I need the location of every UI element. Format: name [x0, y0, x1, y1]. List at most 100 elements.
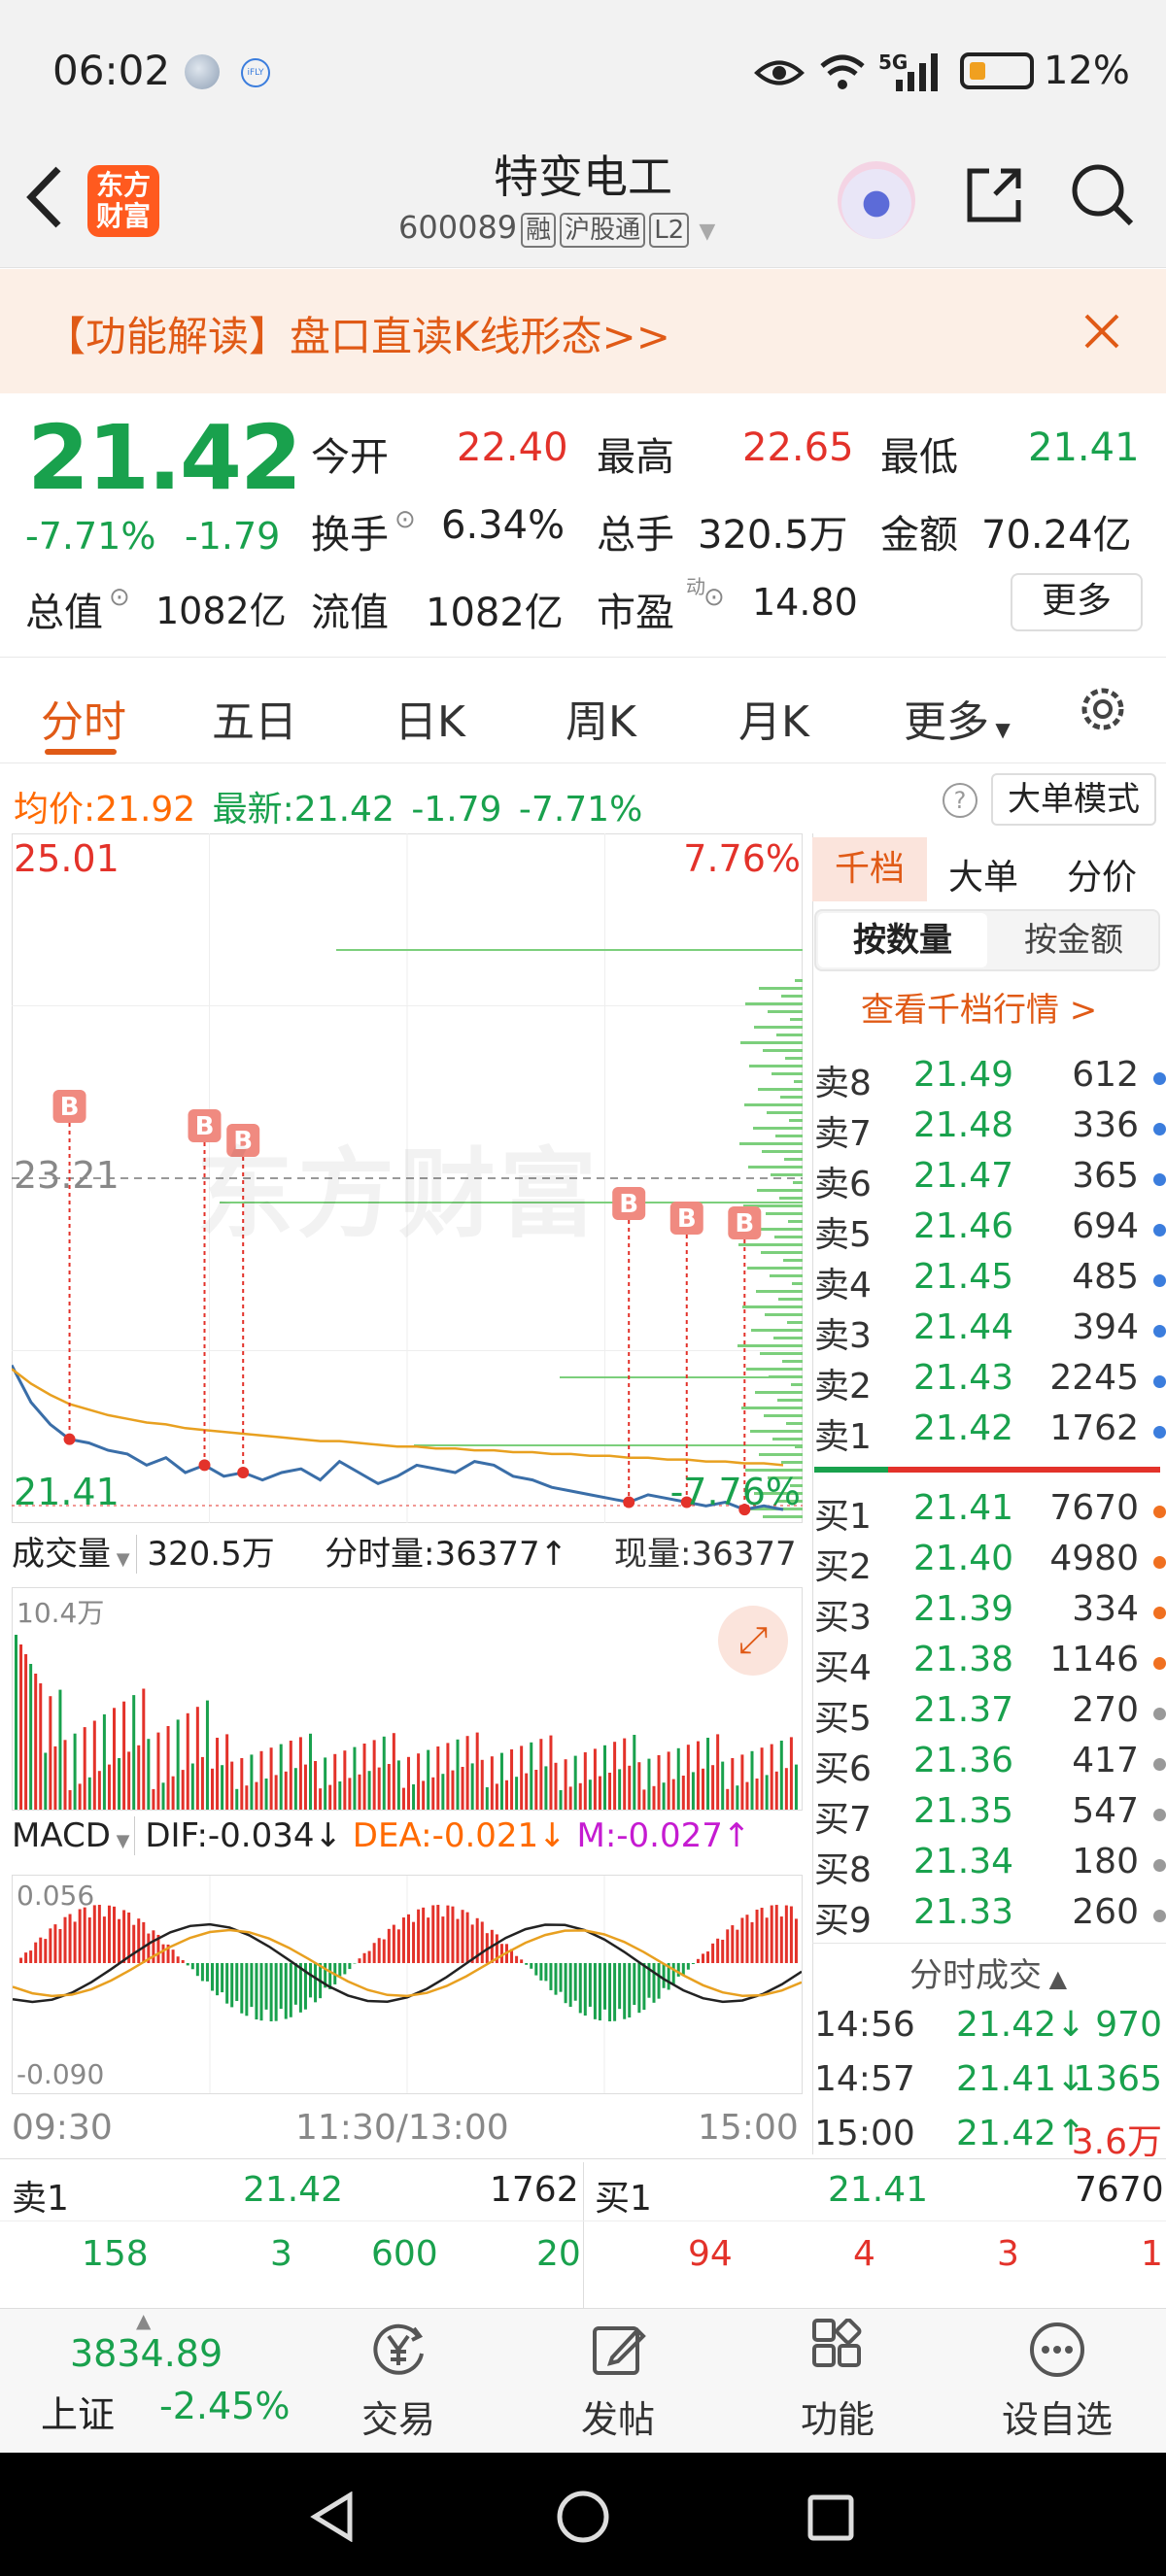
app-logo[interactable]: 东方 财富 — [87, 165, 159, 237]
tab-more[interactable]: 更多 ▼ — [904, 687, 1011, 749]
volume-selector[interactable]: 成交量 ▼ — [12, 1535, 137, 1574]
tab-thousand-level[interactable]: 千档 — [812, 837, 927, 901]
stock-name[interactable]: 特变电工 — [369, 142, 797, 206]
tab-intraday[interactable]: 分时 — [41, 687, 126, 749]
volume-bar — [328, 1784, 332, 1810]
macd-bar — [343, 1963, 347, 1975]
macd-bar — [779, 1916, 783, 1963]
volume-bar — [216, 1738, 220, 1810]
level-volume: 394 — [1072, 1307, 1139, 1347]
add-watchlist-button[interactable]: 设自选 — [999, 2319, 1115, 2443]
queue-sell-item: 158 — [82, 2234, 149, 2274]
pct-bot-label: -7.76% — [669, 1471, 801, 1513]
tab-price-distribution[interactable]: 分价 — [1067, 849, 1137, 899]
info-dots-icon[interactable]: ⊙ — [394, 505, 416, 534]
info-dots-icon[interactable]: ⊙ — [703, 583, 725, 612]
nav-back-icon[interactable] — [307, 2491, 358, 2542]
settings-gear-icon[interactable] — [1075, 681, 1131, 737]
bid-level[interactable]: 买8 21.34 180 — [814, 1842, 1166, 1892]
trades-title[interactable]: 分时成交 ▲ — [909, 1949, 1067, 1996]
macd-bar — [137, 1918, 141, 1963]
intraday-chart[interactable]: BBBBBB 东方财富 25.01 23.21 21.41 7.76% -7.7… — [12, 833, 803, 1523]
ask-level[interactable]: 卖4 21.45 485 — [814, 1257, 1166, 1307]
expand-icon[interactable]: ⤢ — [718, 1606, 788, 1676]
macd-bar — [559, 1963, 563, 1992]
volume-bar — [338, 1781, 342, 1810]
back-arrow-icon[interactable] — [23, 165, 66, 229]
function-button[interactable]: 功能 — [779, 2318, 896, 2443]
ask-level[interactable]: 卖5 21.46 694 — [814, 1206, 1166, 1257]
tab-monthly-k[interactable]: 月K — [738, 687, 809, 749]
level-volume: 417 — [1072, 1741, 1139, 1780]
buy-point — [623, 1496, 635, 1508]
bid-level[interactable]: 买2 21.40 4980 — [814, 1539, 1166, 1589]
view-levels-link[interactable]: 查看千档行情 > — [861, 983, 1097, 1031]
ask-level[interactable]: 卖3 21.44 394 — [814, 1307, 1166, 1358]
index-widget[interactable]: ▲ 3834.89 上证 -2.45% — [0, 2309, 292, 2455]
caret-up-icon: ▲ — [136, 2309, 152, 2332]
search-icon[interactable] — [1069, 161, 1137, 229]
macd-bar — [716, 1938, 720, 1963]
macd-bar — [623, 1963, 627, 2019]
tab-weekly-k[interactable]: 周K — [566, 687, 636, 749]
macd-chart[interactable]: 0.056 -0.090 — [12, 1875, 803, 2094]
info-dots-icon[interactable]: ⊙ — [109, 583, 130, 612]
ask-level[interactable]: 卖1 21.42 1762 — [814, 1408, 1166, 1459]
subtab-by-amount[interactable]: 按金额 — [989, 913, 1158, 967]
volume-bar — [417, 1753, 421, 1810]
help-icon[interactable]: ? — [943, 783, 977, 818]
ask-level[interactable]: 卖6 21.47 365 — [814, 1156, 1166, 1206]
macd-selector[interactable]: MACD ▼ — [12, 1816, 135, 1855]
banner-text[interactable]: 【功能解读】盘口直读K线形态>> — [45, 304, 670, 363]
queue-buy-vol: 7670 — [1075, 2170, 1164, 2210]
post-button[interactable]: 发帖 — [560, 2319, 676, 2443]
trade-button[interactable]: 交易 — [340, 2319, 457, 2443]
ask-level[interactable]: 卖7 21.48 336 — [814, 1105, 1166, 1156]
feature-banner[interactable]: 【功能解读】盘口直读K线形态>> — [0, 269, 1166, 393]
close-icon[interactable] — [1082, 312, 1121, 351]
volume-bar — [78, 1783, 82, 1810]
bid-level[interactable]: 买7 21.35 547 — [814, 1791, 1166, 1842]
bid-level[interactable]: 买6 21.36 417 — [814, 1741, 1166, 1791]
bid-level[interactable]: 买4 21.38 1146 — [814, 1640, 1166, 1690]
volume-bar — [711, 1765, 715, 1810]
level-volume: 270 — [1072, 1690, 1139, 1730]
tab-big-order[interactable]: 大单 — [948, 849, 1018, 899]
y-bot-label: 21.41 — [14, 1471, 120, 1513]
big-order-mode-button[interactable]: 大单模式 — [991, 773, 1156, 826]
bid-level[interactable]: 买1 21.41 7670 — [814, 1488, 1166, 1539]
macd-bar — [372, 1943, 376, 1963]
volume-bar — [544, 1766, 548, 1810]
bid-level[interactable]: 买5 21.37 270 — [814, 1690, 1166, 1741]
depth-bar — [773, 1337, 803, 1339]
robot-avatar[interactable] — [838, 161, 915, 239]
bid-level[interactable]: 买9 21.33 260 — [814, 1892, 1166, 1943]
tab-daily-k[interactable]: 日K — [394, 687, 465, 749]
volume-bar — [49, 1696, 52, 1810]
status-bar: 06:02 iFLY 5G 12% — [0, 0, 1166, 146]
level-label: 卖3 — [814, 1316, 872, 1356]
volume-chart[interactable]: 10.4万 ⤢ — [12, 1587, 803, 1811]
bid-level[interactable]: 买3 21.39 334 — [814, 1589, 1166, 1640]
divider — [583, 2162, 584, 2308]
macd-bar — [736, 1929, 739, 1963]
stock-code-line[interactable]: 600089 融沪股通 L2 ▼ — [398, 209, 715, 248]
depth-bar — [759, 1453, 803, 1456]
nav-home-icon[interactable] — [556, 2490, 610, 2544]
subtab-by-volume[interactable]: 按数量 — [818, 913, 987, 967]
macd-bar — [382, 1939, 386, 1963]
tab-5day[interactable]: 五日 — [212, 687, 297, 749]
volume-bar — [259, 1750, 263, 1810]
stock-code: 600089 — [398, 209, 518, 246]
share-icon[interactable] — [962, 163, 1026, 227]
ask-level[interactable]: 卖2 21.43 2245 — [814, 1358, 1166, 1408]
nav-recents-icon[interactable] — [806, 2493, 855, 2542]
volume-bar — [274, 1775, 278, 1810]
depth-bar — [778, 1298, 803, 1301]
volume-bar — [490, 1756, 494, 1810]
ask-level[interactable]: 卖8 21.49 612 — [814, 1055, 1166, 1105]
more-button[interactable]: 更多 — [1011, 573, 1143, 631]
depth-bar — [784, 1158, 803, 1161]
macd-bar — [613, 1963, 617, 2021]
trade-time: 14:56 — [814, 2005, 915, 2045]
